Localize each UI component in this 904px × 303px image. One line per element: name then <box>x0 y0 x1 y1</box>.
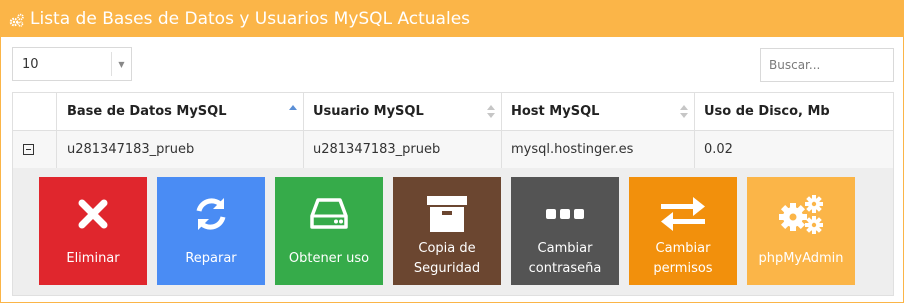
cell-disk-usage: 0.02 <box>694 130 894 169</box>
panel-title: Lista de Bases de Datos y Usuarios MySQL… <box>30 8 471 29</box>
chevron-down-icon: ▼ <box>111 52 131 76</box>
refresh-icon <box>196 198 226 230</box>
exchange-arrows-icon <box>661 197 705 231</box>
phpmyadmin-label: phpMyAdmin <box>758 251 844 266</box>
search-input[interactable] <box>760 48 894 82</box>
backup-label: Copia de Seguridad <box>413 241 481 276</box>
cogs-icon <box>779 195 823 234</box>
archive-box-icon <box>427 196 467 232</box>
delete-button[interactable]: Eliminar <box>39 177 147 285</box>
row-actions-area: Eliminar Reparar Obtener uso Copia de Se… <box>12 168 894 296</box>
drive-icon <box>310 198 348 229</box>
change-permissions-button[interactable]: Cambiar permisos <box>629 177 737 285</box>
table-row: u281347183_prueb u281347183_prueb mysql.… <box>12 130 894 169</box>
change-permissions-label: Cambiar permisos <box>653 241 713 276</box>
get-usage-label: Obtener uso <box>288 251 370 266</box>
delete-label: Eliminar <box>66 251 120 266</box>
cell-database: u281347183_prueb <box>56 130 304 169</box>
get-usage-button[interactable]: Obtener uso <box>275 177 383 285</box>
phpmyadmin-button[interactable]: phpMyAdmin <box>747 177 855 285</box>
column-header-disk-usage[interactable]: Uso de Disco, Mb <box>694 92 894 131</box>
sort-asc-icon <box>289 105 297 119</box>
cogs-icon <box>9 13 24 27</box>
row-toggle-cell <box>12 130 57 169</box>
panel-header: Lista de Bases de Datos y Usuarios MySQL… <box>1 0 904 37</box>
backup-button[interactable]: Copia de Seguridad <box>393 177 501 285</box>
column-header-user[interactable]: Usuario MySQL <box>303 92 502 131</box>
repair-label: Reparar <box>185 251 237 266</box>
sort-icon <box>487 105 495 119</box>
column-header-host[interactable]: Host MySQL <box>501 92 695 131</box>
cell-user: u281347183_prueb <box>303 130 502 169</box>
repair-button[interactable]: Reparar <box>157 177 265 285</box>
delete-x-icon <box>78 199 108 229</box>
page-length-value: 10 <box>22 56 39 72</box>
databases-panel: Lista de Bases de Datos y Usuarios MySQL… <box>0 0 904 303</box>
databases-table: Base de Datos MySQL Usuario MySQL Host M… <box>12 92 894 169</box>
cell-host: mysql.hostinger.es <box>501 130 695 169</box>
page-length-select[interactable]: 10 ▼ <box>12 47 132 81</box>
column-header-database[interactable]: Base de Datos MySQL <box>56 92 304 131</box>
table-header-row: Base de Datos MySQL Usuario MySQL Host M… <box>12 92 894 131</box>
dots-icon <box>546 209 584 219</box>
sort-icon <box>680 105 688 119</box>
change-password-button[interactable]: Cambiar contraseña <box>511 177 619 285</box>
column-header-toggle <box>12 92 57 131</box>
change-password-label: Cambiar contraseña <box>528 241 602 276</box>
collapse-icon[interactable] <box>23 144 34 155</box>
